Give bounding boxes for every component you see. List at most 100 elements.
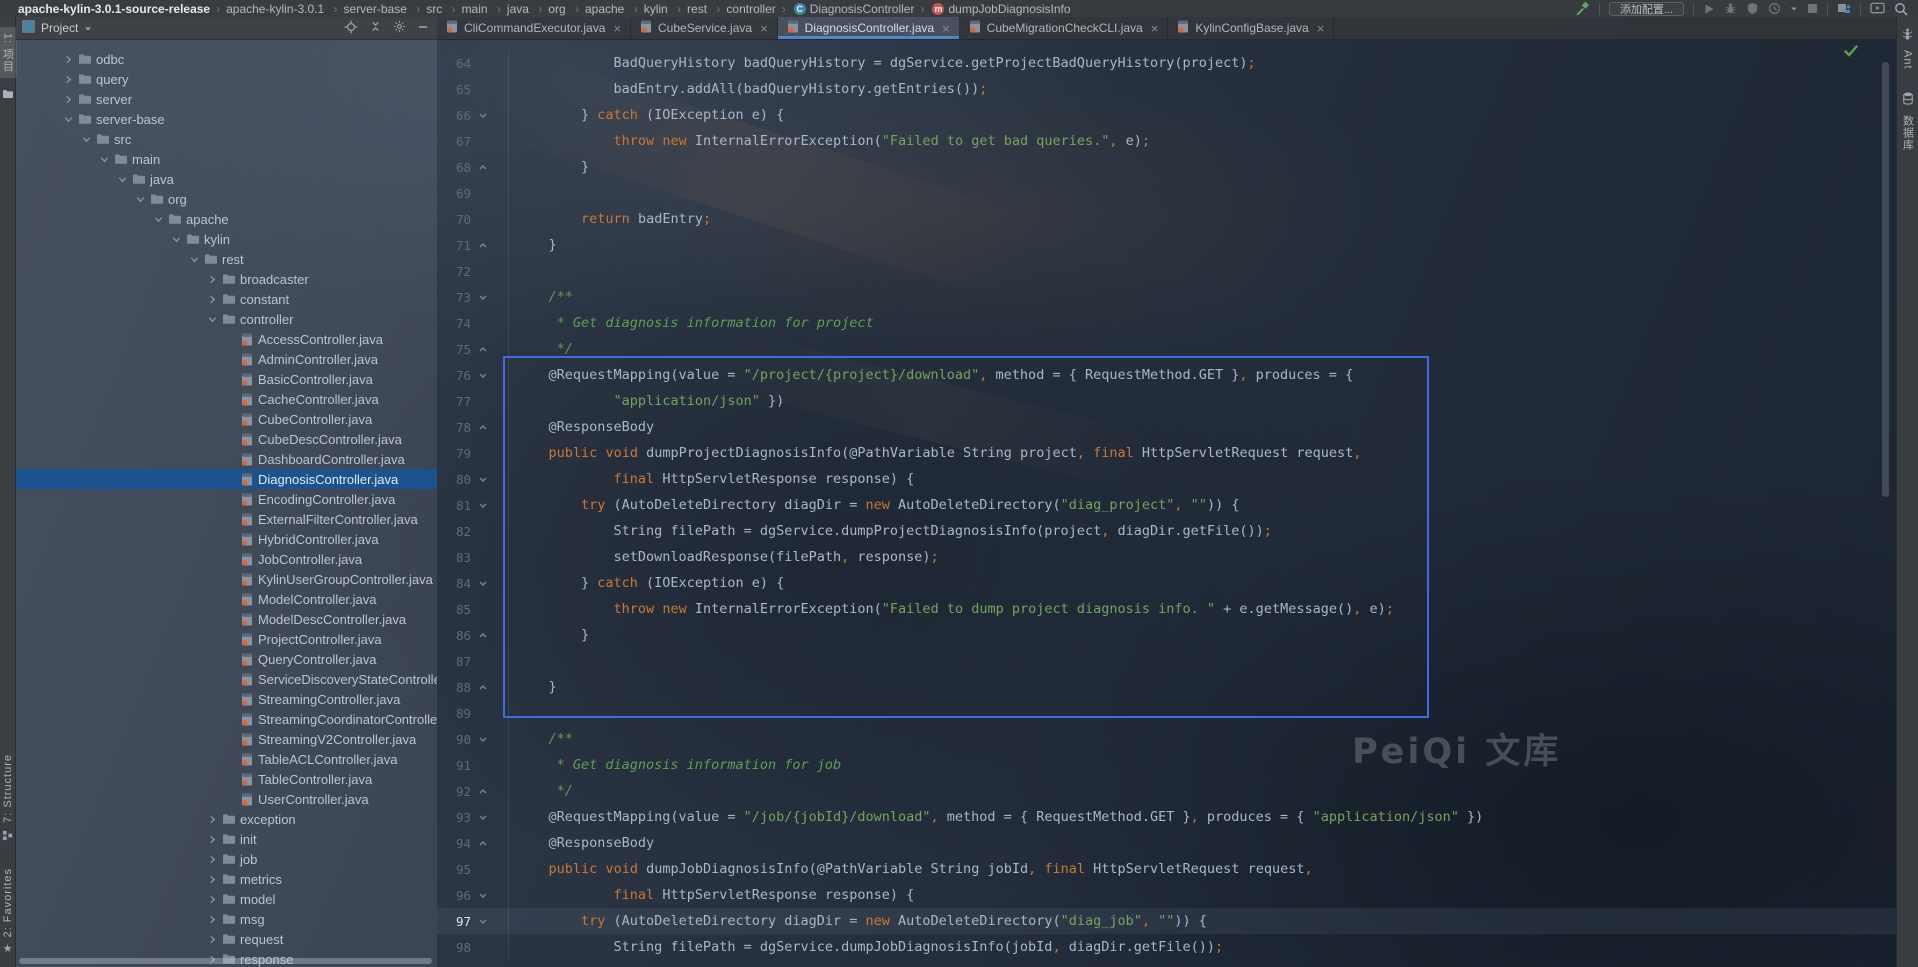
- tree-toggle-icon[interactable]: [204, 315, 220, 324]
- tree-row[interactable]: query: [16, 69, 437, 89]
- tree-toggle-icon[interactable]: [78, 135, 94, 144]
- tree-row[interactable]: constant: [16, 289, 437, 309]
- breadcrumb-item[interactable]: rest: [687, 2, 707, 16]
- breadcrumb-method[interactable]: dumpJobDiagnosisInfo: [948, 2, 1070, 16]
- tree-row[interactable]: ModelDescController.java: [16, 609, 437, 629]
- tree-toggle-icon[interactable]: [204, 935, 220, 944]
- fold-marker-icon[interactable]: [471, 345, 495, 354]
- tree-row[interactable]: TableController.java: [16, 769, 437, 789]
- close-icon[interactable]: ×: [613, 22, 621, 35]
- tree-row[interactable]: kylin: [16, 229, 437, 249]
- tree-row[interactable]: msg: [16, 909, 437, 929]
- tree-row[interactable]: src: [16, 129, 437, 149]
- breadcrumb-item[interactable]: apache-kylin-3.0.1: [226, 2, 324, 16]
- tree-row[interactable]: QueryController.java: [16, 649, 437, 669]
- tree-row[interactable]: AccessController.java: [16, 329, 437, 349]
- fold-marker-icon[interactable]: [471, 423, 495, 432]
- tool-window-layout-icon[interactable]: [1837, 1, 1851, 17]
- tree-row[interactable]: org: [16, 189, 437, 209]
- fold-marker-icon[interactable]: [471, 891, 495, 900]
- tree-row[interactable]: StreamingCoordinatorController.java: [16, 709, 437, 729]
- fold-marker-icon[interactable]: [471, 813, 495, 822]
- tree-row[interactable]: controller: [16, 309, 437, 329]
- breadcrumb-class[interactable]: DiagnosisController: [810, 2, 915, 16]
- project-panel-title[interactable]: Project: [41, 21, 78, 35]
- close-icon[interactable]: ×: [760, 22, 768, 35]
- tree-row[interactable]: server: [16, 89, 437, 109]
- tree-toggle-icon[interactable]: [96, 155, 112, 164]
- tool-window-button-favorites[interactable]: 2: Favorites ★: [2, 868, 14, 955]
- editor-tab[interactable]: CubeMigrationCheckCLI.java ×: [960, 17, 1169, 39]
- tree-row[interactable]: CubeDescController.java: [16, 429, 437, 449]
- tree-row[interactable]: JobController.java: [16, 549, 437, 569]
- editor-tab[interactable]: CliCommandExecutor.java ×: [437, 17, 631, 39]
- tree-toggle-icon[interactable]: [114, 175, 130, 184]
- inspection-ok-check-icon[interactable]: [1844, 45, 1858, 61]
- fold-marker-icon[interactable]: [471, 163, 495, 172]
- tree-row[interactable]: KylinUserGroupController.java: [16, 569, 437, 589]
- chevron-down-icon[interactable]: [1790, 1, 1798, 17]
- profiler-icon[interactable]: [1768, 1, 1781, 17]
- close-icon[interactable]: ×: [942, 22, 950, 35]
- tree-toggle-icon[interactable]: [204, 295, 220, 304]
- tree-row[interactable]: TableACLController.java: [16, 749, 437, 769]
- editor-tab[interactable]: DiagnosisController.java ×: [778, 17, 960, 39]
- tree-row[interactable]: DiagnosisController.java: [16, 469, 437, 489]
- run-icon[interactable]: [1703, 1, 1715, 17]
- breadcrumb-item[interactable]: org: [548, 2, 565, 16]
- tree-row[interactable]: server-base: [16, 109, 437, 129]
- tool-window-button-database[interactable]: 数据库: [1900, 92, 1916, 151]
- breadcrumb-item[interactable]: apache: [585, 2, 624, 16]
- tree-row[interactable]: StreamingController.java: [16, 689, 437, 709]
- tree-row[interactable]: exception: [16, 809, 437, 829]
- tree-toggle-icon[interactable]: [204, 275, 220, 284]
- tree-row[interactable]: BasicController.java: [16, 369, 437, 389]
- code-editor[interactable]: 64 BadQueryHistory badQueryHistory = dgS…: [437, 40, 1896, 967]
- tree-toggle-icon[interactable]: [150, 215, 166, 224]
- tree-row[interactable]: main: [16, 149, 437, 169]
- tree-toggle-icon[interactable]: [204, 835, 220, 844]
- tool-window-button-project[interactable]: 1: 项目: [0, 27, 17, 78]
- tree-toggle-icon[interactable]: [204, 915, 220, 924]
- tree-row[interactable]: request: [16, 929, 437, 949]
- tree-row[interactable]: EncodingController.java: [16, 489, 437, 509]
- tree-row[interactable]: broadcaster: [16, 269, 437, 289]
- tree-toggle-icon[interactable]: [204, 815, 220, 824]
- fold-marker-icon[interactable]: [471, 475, 495, 484]
- fold-marker-icon[interactable]: [471, 787, 495, 796]
- tree-row[interactable]: AdminController.java: [16, 349, 437, 369]
- tree-row[interactable]: ExternalFilterController.java: [16, 509, 437, 529]
- fold-marker-icon[interactable]: [471, 839, 495, 848]
- tree-row[interactable]: UserController.java: [16, 789, 437, 809]
- tool-window-button-ant[interactable]: Ant: [1902, 27, 1914, 70]
- fold-marker-icon[interactable]: [471, 241, 495, 250]
- tree-row[interactable]: HybridController.java: [16, 529, 437, 549]
- stop-icon[interactable]: [1807, 1, 1818, 17]
- hide-panel-icon[interactable]: [417, 21, 429, 36]
- tool-window-button-structure[interactable]: 7: Structure: [2, 754, 14, 846]
- fold-marker-icon[interactable]: [471, 917, 495, 926]
- tree-row[interactable]: ProjectController.java: [16, 629, 437, 649]
- tree-row[interactable]: ServiceDiscoveryStateController.java: [16, 669, 437, 689]
- breadcrumb-item[interactable]: controller: [726, 2, 775, 16]
- fold-marker-icon[interactable]: [471, 683, 495, 692]
- breadcrumb-item[interactable]: kylin: [644, 2, 668, 16]
- tree-toggle-icon[interactable]: [168, 235, 184, 244]
- breadcrumb-item[interactable]: src: [426, 2, 442, 16]
- tree-row[interactable]: model: [16, 889, 437, 909]
- close-icon[interactable]: ×: [1151, 22, 1159, 35]
- tree-row[interactable]: CacheController.java: [16, 389, 437, 409]
- project-root-crumb[interactable]: apache-kylin-3.0.1-source-release: [18, 2, 210, 16]
- fold-marker-icon[interactable]: [471, 293, 495, 302]
- tree-toggle-icon[interactable]: [60, 115, 76, 124]
- coverage-icon[interactable]: [1746, 1, 1759, 17]
- chevron-down-icon[interactable]: [84, 21, 92, 35]
- breadcrumb-item[interactable]: java: [507, 2, 529, 16]
- locate-file-icon[interactable]: [344, 20, 358, 37]
- tree-row[interactable]: ModelController.java: [16, 589, 437, 609]
- fold-marker-icon[interactable]: [471, 501, 495, 510]
- breadcrumb-item[interactable]: server-base: [344, 2, 407, 16]
- debug-icon[interactable]: [1724, 1, 1737, 17]
- fold-marker-icon[interactable]: [471, 631, 495, 640]
- project-tree[interactable]: odbc query server server-base src main j…: [16, 40, 437, 967]
